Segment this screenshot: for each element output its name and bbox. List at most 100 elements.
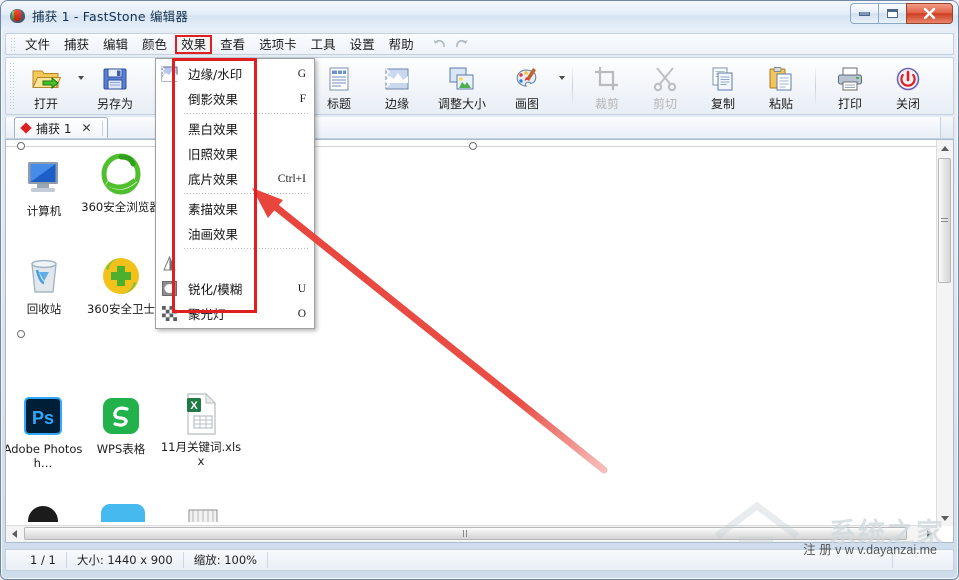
desktop-icon-photoshop[interactable]: Ps Adobe Photosh…: [6, 392, 86, 470]
desktop-icon-wps-sheet[interactable]: WPS表格: [78, 392, 164, 456]
toolbar-button-save-as[interactable]: 另存为: [86, 58, 144, 114]
desktop-icon-computer[interactable]: 计算机: [6, 154, 87, 218]
selection-handle-top-left[interactable]: [17, 142, 25, 150]
toolbar-label-paint: 画图: [514, 97, 539, 111]
partial-desktop-icon-1: [28, 506, 58, 522]
scroll-down-button[interactable]: [937, 510, 953, 526]
scroll-left-button[interactable]: [6, 526, 22, 542]
menu-bar: 文件 捕获 编辑 颜色 效果 查看 选项卡 工具 设置 帮助: [5, 33, 954, 55]
menu-effects[interactable]: 效果: [175, 34, 213, 54]
toolbar-grip-handle[interactable]: [9, 62, 16, 110]
toolbar-button-edge[interactable]: 边缘: [368, 58, 426, 114]
desktop-icon-360-browser[interactable]: 360安全浏览器: [78, 150, 164, 214]
toolbar-button-open[interactable]: 打开: [17, 58, 75, 114]
vertical-scroll-thumb[interactable]: [938, 158, 951, 283]
paint-dropdown-arrow[interactable]: [556, 58, 567, 114]
effects-blur[interactable]: 聚光灯 O: [156, 301, 314, 326]
menu-grip-handle[interactable]: [9, 36, 16, 52]
horizontal-scroll-thumb[interactable]: [24, 527, 907, 540]
menu-help[interactable]: 帮助: [383, 35, 420, 54]
effects-oil-paint[interactable]: 油画效果: [156, 221, 314, 246]
toolbar-separator-3: [815, 65, 816, 107]
horizontal-scrollbar[interactable]: [6, 525, 937, 542]
menu-edit[interactable]: 编辑: [97, 35, 134, 54]
menu-settings[interactable]: 设置: [344, 35, 381, 54]
toolbar-label-resize: 调整大小: [437, 97, 486, 111]
effects-negative-label: 底片效果: [188, 172, 239, 187]
effects-edge-watermark[interactable]: 边缘/水印 G: [156, 61, 314, 86]
effects-dropdown-menu[interactable]: 边缘/水印 G 倒影效果 F 黑白效果 旧照效果 底片效果 Ctrl+I 素描效…: [155, 58, 315, 329]
menu-file[interactable]: 文件: [19, 35, 56, 54]
crop-icon: [591, 64, 623, 94]
menu-tools[interactable]: 工具: [305, 35, 342, 54]
effects-reflection-label: 倒影效果: [188, 92, 239, 107]
desktop-icon-label: 360安全卫士: [87, 302, 155, 316]
toolbar-button-cut[interactable]: 剪切: [636, 58, 694, 114]
effects-grayscale-label: 黑白效果: [188, 122, 239, 137]
recycle-bin-icon: [6, 252, 87, 300]
menu-view[interactable]: 查看: [214, 35, 251, 54]
status-page-indicator: 1 / 1: [20, 552, 67, 568]
spotlight-icon: [156, 276, 182, 301]
tab-scroll-button[interactable]: [940, 117, 953, 138]
effects-negative[interactable]: 底片效果 Ctrl+I: [156, 166, 314, 191]
toolbar-label-save-as: 另存为: [96, 97, 133, 111]
status-zoom-level: 缩放: 100%: [184, 552, 269, 568]
desktop-icon-label: 360安全浏览器: [81, 200, 161, 214]
desktop-icon-label: 11月关键词.xlsx: [160, 440, 242, 468]
undo-icon[interactable]: [432, 38, 447, 50]
effects-sketch[interactable]: 素描效果: [156, 196, 314, 221]
vertical-scrollbar[interactable]: [936, 140, 953, 526]
toolbar-label-copy: 复制: [710, 97, 735, 111]
toolbar-separator-2: [572, 65, 573, 107]
toolbar-button-print[interactable]: 打印: [821, 58, 879, 114]
effects-spotlight[interactable]: 锐化/模糊 U: [156, 276, 314, 301]
toolbar-button-paste[interactable]: 粘贴: [752, 58, 810, 114]
desktop-icon-excel-file[interactable]: X 11月关键词.xlsx: [158, 390, 244, 468]
effects-sharpen-blur[interactable]: [156, 251, 314, 276]
toolbar-button-crop[interactable]: 裁剪: [578, 58, 636, 114]
desktop-icon-label: 回收站: [26, 302, 62, 316]
edge-watermark-icon: [156, 61, 182, 86]
menu-capture[interactable]: 捕获: [58, 35, 95, 54]
maximize-button[interactable]: [878, 3, 907, 24]
effects-sepia-label: 旧照效果: [188, 147, 239, 162]
minimize-button[interactable]: [850, 3, 879, 24]
toolbar-label-close-image: 关闭: [895, 97, 920, 111]
partial-desktop-icon-2: [101, 504, 145, 522]
scroll-up-button[interactable]: [937, 140, 953, 156]
desktop-icon-label: 计算机: [26, 204, 62, 218]
toolbar-label-cut: 剪切: [652, 97, 677, 111]
menu-color[interactable]: 颜色: [136, 35, 173, 54]
canvas-area[interactable]: 计算机 360安全浏览器 回收站 360安全卫士 Ps Adobe Photos…: [5, 139, 954, 543]
effects-edge-watermark-label: 边缘/水印: [188, 67, 243, 82]
tab-capture-1[interactable]: 捕获 1 ✕: [14, 117, 108, 138]
effects-reflection[interactable]: 倒影效果 F: [156, 86, 314, 111]
tab-close-icon[interactable]: ✕: [77, 121, 95, 135]
toolbar-button-caption[interactable]: 标题: [310, 58, 368, 114]
open-dropdown-arrow[interactable]: [75, 58, 86, 114]
effects-grayscale[interactable]: 黑白效果: [156, 116, 314, 141]
effects-sepia[interactable]: 旧照效果: [156, 141, 314, 166]
photoshop-icon: Ps: [6, 392, 86, 440]
desktop-icon-label: WPS表格: [96, 442, 146, 456]
power-close-icon: [892, 64, 924, 94]
image-canvas[interactable]: 计算机 360安全浏览器 回收站 360安全卫士 Ps Adobe Photos…: [6, 140, 937, 526]
toolbar-button-paint[interactable]: 画图: [498, 58, 556, 114]
redo-icon[interactable]: [454, 38, 469, 50]
desktop-icon-label: Adobe Photosh…: [6, 442, 83, 470]
close-button[interactable]: [906, 3, 953, 24]
scroll-right-button[interactable]: [921, 526, 937, 542]
selection-handle-middle-left[interactable]: [17, 330, 25, 338]
selection-handle-top-center[interactable]: [469, 142, 477, 150]
edge-effect-icon: [381, 64, 413, 94]
toolbar-label-edge: 边缘: [384, 97, 409, 111]
desktop-icon-recycle-bin[interactable]: 回收站: [6, 252, 87, 316]
desktop-icon-360-guard[interactable]: 360安全卫士: [78, 252, 164, 316]
toolbar-button-copy[interactable]: 复制: [694, 58, 752, 114]
scissors-icon: [649, 64, 681, 94]
menu-tabs[interactable]: 选项卡: [253, 35, 303, 54]
faststone-logo-icon: [10, 8, 26, 24]
toolbar-button-resize[interactable]: 调整大小: [426, 58, 498, 114]
toolbar-button-close-image[interactable]: 关闭: [879, 58, 937, 114]
